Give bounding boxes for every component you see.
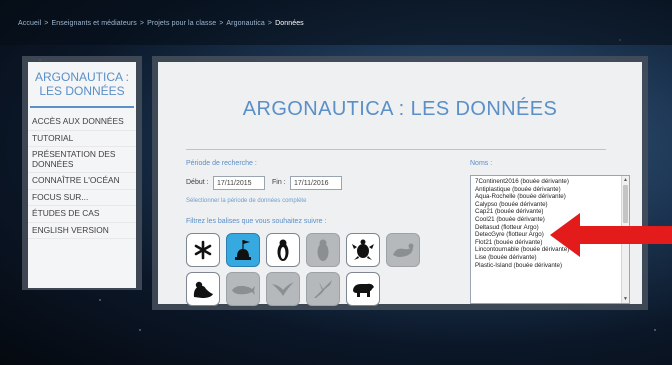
sidebar-item-case-studies[interactable]: ÉTUDES DE CAS xyxy=(28,206,136,223)
start-date-input[interactable]: 17/11/2015 xyxy=(213,176,265,190)
tag-turtle-button[interactable] xyxy=(346,233,380,267)
scroll-up-icon[interactable]: ▲ xyxy=(623,177,628,183)
sea-lion-icon xyxy=(193,281,213,298)
list-item[interactable]: Calypso (bouée dérivante) xyxy=(471,201,629,209)
breadcrumb-current: Données xyxy=(275,20,304,27)
seal-icon xyxy=(393,243,414,257)
bird-icon xyxy=(272,282,294,296)
sidebar-item-know-ocean[interactable]: CONNAÎTRE L'OCÉAN xyxy=(28,173,136,190)
breadcrumb-class-projects[interactable]: Projets pour la classe xyxy=(147,20,216,27)
tag-seal-button[interactable] xyxy=(386,233,420,267)
polar-bear-icon xyxy=(353,283,374,297)
period-label: Période de recherche : xyxy=(186,160,257,167)
list-item[interactable]: Aqua-Rochelle (bouée dérivante) xyxy=(471,193,629,201)
list-item[interactable]: Antiplastique (bouée dérivante) xyxy=(471,186,629,194)
tag-whale-button[interactable] xyxy=(226,272,260,306)
start-date-label: Début : xyxy=(186,179,209,186)
names-label: Noms : xyxy=(470,160,493,167)
sidebar-item-english[interactable]: ENGLISH VERSION xyxy=(28,223,136,239)
breadcrumb-separator: > xyxy=(219,20,224,27)
full-period-link[interactable]: Sélectionner la période de données compl… xyxy=(186,198,306,204)
main-content: ARGONAUTICA : LES DONNÉES Période de rec… xyxy=(158,62,642,306)
sidebar-panel: ARGONAUTICA : LES DONNÉES ACCÈS AUX DONN… xyxy=(28,62,136,288)
list-item[interactable]: Plastic-Island (bouée dérivante) xyxy=(471,262,629,270)
breadcrumb-separator: > xyxy=(139,20,145,27)
tag-bird-button[interactable] xyxy=(266,272,300,306)
breadcrumb-separator: > xyxy=(267,20,273,27)
main-panel: ARGONAUTICA : LES DONNÉES Période de rec… xyxy=(152,56,648,310)
tag-polar-bear-button[interactable] xyxy=(346,272,380,306)
end-date-input[interactable]: 17/11/2016 xyxy=(290,176,342,190)
turtle-icon xyxy=(352,239,374,260)
sidebar-item-tutorial[interactable]: TUTORIAL xyxy=(28,131,136,147)
end-date-label: Fin : xyxy=(272,179,286,186)
penguin-icon xyxy=(277,239,289,261)
breadcrumb-separator: > xyxy=(44,20,49,27)
filter-label: Filtrez les balises que vous souhaitez s… xyxy=(186,218,327,225)
title-divider xyxy=(186,149,606,150)
sidebar-item-focus[interactable]: FOCUS SUR... xyxy=(28,190,136,206)
penguin-icon xyxy=(317,239,329,261)
breadcrumb-teachers[interactable]: Enseignants et médiateurs xyxy=(51,20,136,27)
sidebar-item-data-presentation[interactable]: PRÉSENTATION DES DONNÉES xyxy=(28,147,136,173)
page-title: ARGONAUTICA : LES DONNÉES xyxy=(242,98,558,120)
list-item[interactable]: 7Continent2016 (bouée dérivante) xyxy=(471,178,629,186)
albatross-icon xyxy=(314,280,332,298)
scroll-down-icon[interactable]: ▼ xyxy=(623,296,628,302)
sidebar-title[interactable]: ARGONAUTICA : LES DONNÉES xyxy=(32,70,132,98)
tag-albatross-button[interactable] xyxy=(306,272,340,306)
sidebar-item-data-access[interactable]: ACCÈS AUX DONNÉES xyxy=(28,114,136,131)
sidebar: ARGONAUTICA : LES DONNÉES ACCÈS AUX DONN… xyxy=(22,56,142,290)
tag-all-button[interactable] xyxy=(186,233,220,267)
whale-icon xyxy=(232,285,255,295)
red-arrow-icon xyxy=(550,213,672,257)
breadcrumb: Accueil > Enseignants et médiateurs > Projet… xyxy=(18,20,304,27)
breadcrumb-argonautica[interactable]: Argonautica xyxy=(226,20,264,27)
breadcrumb-home[interactable]: Accueil xyxy=(18,20,41,27)
tag-sea-lion-button[interactable] xyxy=(186,272,220,306)
sidebar-divider xyxy=(30,106,134,108)
asterisk-icon xyxy=(194,240,212,260)
tag-penguin-button[interactable] xyxy=(266,233,300,267)
buoy-icon xyxy=(235,240,251,260)
tag-buoy-button[interactable] xyxy=(226,233,260,267)
tag-king-penguin-button[interactable] xyxy=(306,233,340,267)
